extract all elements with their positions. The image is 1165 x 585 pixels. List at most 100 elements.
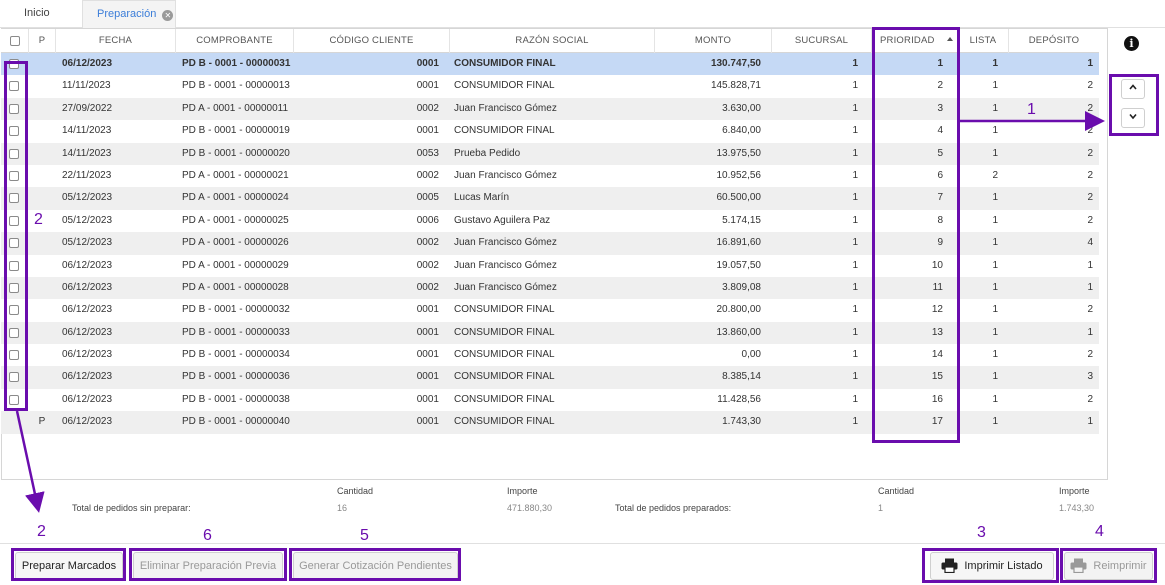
row-checkbox[interactable] — [9, 170, 19, 181]
cell-fecha: 06/12/2023 — [62, 304, 113, 316]
cell-comprobante: PD B - 0001 - 00000020 — [182, 147, 290, 159]
table-header: P FECHA COMPROBANTE CÓDIGO CLIENTE RAZÓN… — [1, 29, 1099, 53]
imprimir-listado-button[interactable]: Imprimir Listado — [930, 552, 1054, 580]
row-checkbox[interactable] — [9, 238, 19, 249]
col-lista[interactable]: LISTA — [958, 29, 1009, 53]
table-row[interactable]: 06/12/2023 PD B - 0001 - 00000032 0001 CONS… — [1, 299, 1099, 322]
reimprimir-button[interactable]: Reimprimir — [1064, 552, 1153, 580]
cell-fecha: 06/12/2023 — [62, 326, 113, 338]
move-up-button[interactable] — [1121, 79, 1145, 99]
cell-comprobante: PD B - 0001 - 00000040 — [182, 416, 290, 428]
cell-fecha: 06/12/2023 — [62, 58, 113, 69]
row-checkbox[interactable] — [9, 59, 19, 69]
table-row[interactable]: 27/09/2022 PD A - 0001 - 00000011 0002 Juan… — [1, 97, 1099, 121]
select-all-checkbox[interactable] — [10, 36, 20, 46]
cell-deposito: 2 — [1087, 214, 1093, 226]
col-comprobante[interactable]: COMPROBANTE — [176, 29, 294, 53]
sin-preparar-cantidad: 16 — [337, 503, 348, 513]
col-monto[interactable]: MONTO — [655, 29, 772, 53]
col-codigo-cliente[interactable]: CÓDIGO CLIENTE — [294, 29, 450, 53]
cell-prioridad: 11 — [932, 281, 943, 293]
row-checkbox[interactable] — [9, 81, 19, 92]
cell-comprobante: PD B - 0001 - 00000031 — [182, 58, 291, 69]
cell-sucursal: 1 — [852, 169, 858, 181]
cell-lista: 1 — [992, 349, 998, 361]
cell-fecha: 05/12/2023 — [62, 237, 113, 249]
cell-prioridad: 1 — [937, 58, 943, 69]
table-row[interactable]: 06/12/2023 PD A - 0001 - 00000028 0002 Juan… — [1, 276, 1099, 300]
reimprimir-label: Reimprimir — [1093, 560, 1147, 572]
move-down-button[interactable] — [1121, 108, 1145, 128]
table-row[interactable]: 22/11/2023 PD A - 0001 - 00000021 0002 Juan… — [1, 164, 1099, 188]
cell-p — [34, 344, 50, 366]
cell-lista: 1 — [992, 147, 998, 159]
cell-monto: 3.630,00 — [722, 102, 761, 114]
sin-preparar-importe: 471.880,30 — [507, 503, 553, 513]
sort-ascending-icon — [946, 37, 953, 41]
table-row[interactable]: 11/11/2023 PD B - 0001 - 00000013 0001 CONS… — [1, 75, 1099, 98]
cell-fecha: 27/09/2022 — [62, 102, 113, 114]
row-checkbox[interactable] — [9, 260, 19, 271]
col-prioridad[interactable]: PRIORIDAD — [872, 29, 958, 53]
tab-bar: Inicio Preparación ✕ — [0, 0, 1165, 28]
table-row[interactable]: 14/11/2023 PD B - 0001 - 00000020 0053 Prue… — [1, 142, 1099, 165]
cell-prioridad: 5 — [937, 147, 943, 159]
cell-razon-social: CONSUMIDOR FINAL — [454, 416, 555, 428]
table-row[interactable]: 06/12/2023 PD B - 0001 - 00000038 0001 CONS… — [1, 388, 1099, 412]
cell-comprobante: PD B - 0001 - 00000019 — [182, 125, 290, 137]
row-checkbox[interactable] — [9, 148, 19, 159]
cell-lista: 1 — [992, 102, 998, 114]
cell-p — [34, 165, 50, 187]
cell-p: P — [38, 416, 46, 428]
row-checkbox[interactable] — [9, 372, 19, 383]
row-checkbox[interactable] — [9, 282, 19, 293]
table-row[interactable]: 05/12/2023 PD A - 0001 - 00000024 0005 Luca… — [1, 187, 1099, 210]
row-checkbox[interactable] — [9, 305, 19, 316]
close-icon[interactable]: ✕ — [162, 10, 174, 21]
col-sucursal[interactable]: SUCURSAL — [772, 29, 872, 53]
eliminar-preparacion-button[interactable]: Eliminar Preparación Previa — [133, 552, 283, 580]
col-deposito[interactable]: DEPÓSITO — [1009, 29, 1099, 53]
cell-deposito: 1 — [1087, 259, 1093, 271]
cell-lista: 1 — [992, 237, 998, 249]
cell-sucursal: 1 — [852, 237, 858, 249]
table-row[interactable]: 05/12/2023 PD A - 0001 - 00000025 0006 Gust… — [1, 209, 1099, 233]
info-icon[interactable]: i — [1124, 36, 1139, 51]
row-checkbox[interactable] — [9, 350, 19, 361]
row-checkbox[interactable] — [9, 126, 19, 137]
cell-razon-social: CONSUMIDOR FINAL — [454, 326, 555, 338]
cell-sucursal: 1 — [852, 80, 858, 92]
table-row[interactable]: 06/12/2023 PD B - 0001 - 00000033 0001 CONS… — [1, 321, 1099, 345]
table-row[interactable]: 06/12/2023 PD A - 0001 - 00000029 0002 Juan… — [1, 254, 1099, 277]
table-row[interactable]: 06/12/2023 PD B - 0001 - 00000036 0001 CONS… — [1, 366, 1099, 389]
row-checkbox[interactable] — [9, 394, 19, 405]
select-all-cell — [1, 29, 29, 53]
table-row[interactable]: P 06/12/2023 PD B - 0001 - 00000040 0001 CON… — [1, 411, 1099, 434]
table-row[interactable]: 14/11/2023 PD B - 0001 - 00000019 0001 CONS… — [1, 120, 1099, 143]
row-checkbox[interactable] — [9, 103, 19, 114]
col-p[interactable]: P — [29, 29, 56, 53]
row-checkbox[interactable] — [9, 327, 19, 338]
cell-razon-social: Juan Francisco Gómez — [454, 102, 557, 114]
col-razon-social[interactable]: RAZÓN SOCIAL — [450, 29, 655, 53]
cell-lista: 1 — [992, 393, 998, 405]
table-row[interactable]: 05/12/2023 PD A - 0001 - 00000026 0002 Juan… — [1, 232, 1099, 255]
col-prioridad-label: PRIORIDAD — [880, 35, 935, 46]
col-fecha[interactable]: FECHA — [56, 29, 176, 53]
cell-deposito: 4 — [1087, 237, 1093, 249]
row-checkbox[interactable] — [9, 193, 19, 204]
cell-sucursal: 1 — [852, 349, 858, 361]
bottom-divider — [0, 543, 1165, 544]
table-row[interactable]: 06/12/2023 PD B - 0001 - 00000034 0001 CONS… — [1, 344, 1099, 367]
annotation-number-3: 3 — [977, 524, 986, 541]
tab-inicio[interactable]: Inicio — [12, 0, 70, 27]
preparar-marcados-button[interactable]: Preparar Marcados — [15, 552, 123, 580]
cell-monto: 19.057,50 — [716, 259, 762, 271]
generar-cotizacion-button[interactable]: Generar Cotización Pendientes — [293, 552, 458, 580]
cell-razon-social: CONSUMIDOR FINAL — [454, 393, 555, 405]
row-checkbox[interactable] — [9, 215, 19, 226]
cell-deposito: 1 — [1087, 326, 1093, 338]
tab-preparacion[interactable]: Preparación ✕ — [82, 0, 176, 28]
cell-monto: 0,00 — [741, 349, 761, 361]
table-row[interactable]: 06/12/2023 PD B - 0001 - 00000031 0001 CONS… — [1, 53, 1099, 76]
